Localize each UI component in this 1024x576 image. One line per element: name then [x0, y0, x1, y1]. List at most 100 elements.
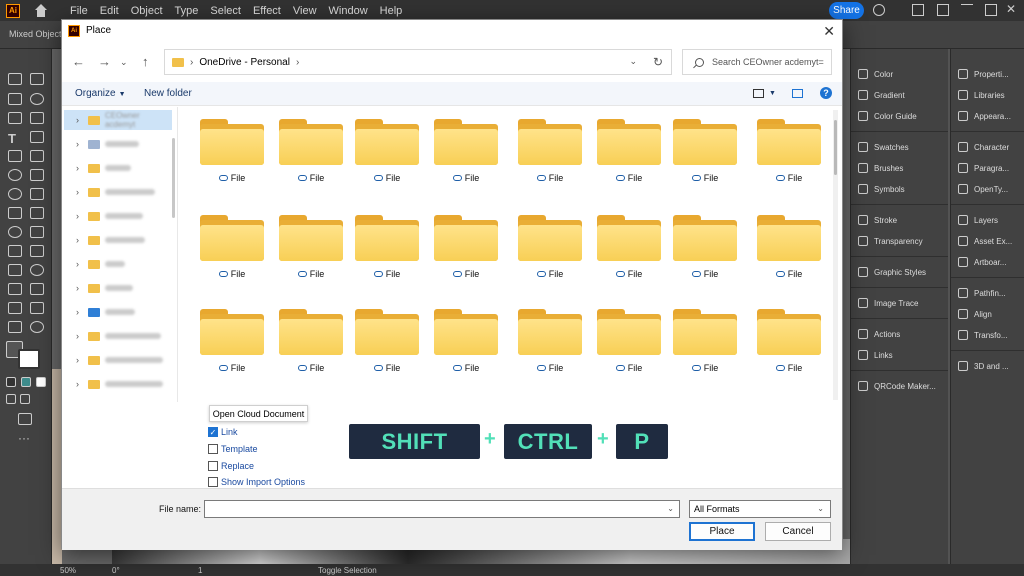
- panel-paragraph[interactable]: Paragra...: [958, 161, 1009, 175]
- navigation-scrollbar[interactable]: [172, 138, 175, 218]
- direct-selection-tool-icon[interactable]: [30, 73, 44, 85]
- help-icon[interactable]: ?: [820, 87, 832, 99]
- link-option[interactable]: ✓ Link: [208, 426, 238, 438]
- menu-window[interactable]: Window: [323, 5, 374, 17]
- new-folder-button[interactable]: New folder: [144, 88, 192, 99]
- close-icon[interactable]: ✕: [823, 23, 835, 40]
- expand-chevron-icon[interactable]: ›: [76, 187, 88, 197]
- template-option[interactable]: Template: [208, 443, 258, 455]
- rotate-tool-icon[interactable]: [8, 188, 22, 200]
- tree-item[interactable]: ›: [76, 350, 172, 370]
- folder-tile[interactable]: File: [353, 111, 421, 195]
- search-box[interactable]: Search CEOwner acdemyt=: [682, 49, 832, 75]
- back-arrow-icon[interactable]: ←: [72, 54, 85, 69]
- breadcrumb-onedrive[interactable]: OneDrive - Personal: [199, 57, 290, 68]
- symbol-sprayer-tool-icon[interactable]: [8, 283, 22, 295]
- graph-tool-icon[interactable]: [30, 283, 44, 295]
- rotation-value[interactable]: 0°: [112, 566, 120, 575]
- workspace-icon[interactable]: [937, 4, 949, 16]
- menu-object[interactable]: Object: [125, 5, 169, 17]
- address-dropdown-chevron-icon[interactable]: ⌄: [629, 56, 637, 67]
- folder-tile[interactable]: File: [595, 301, 663, 385]
- folder-tile[interactable]: File: [432, 207, 500, 291]
- perspective-grid-tool-icon[interactable]: [30, 226, 44, 238]
- expand-chevron-icon[interactable]: ›: [76, 283, 88, 293]
- folder-tile[interactable]: File: [198, 111, 266, 195]
- menu-edit[interactable]: Edit: [94, 5, 125, 17]
- expand-chevron-icon[interactable]: ›: [76, 379, 88, 389]
- shaper-tool-icon[interactable]: [8, 169, 22, 181]
- organize-button[interactable]: Organize ▼: [75, 88, 126, 99]
- refresh-icon[interactable]: ↻: [653, 55, 663, 69]
- folder-tile[interactable]: File: [277, 301, 345, 385]
- zoom-tool-icon[interactable]: [30, 321, 44, 333]
- file-name-input[interactable]: ⌄: [204, 500, 680, 518]
- expand-chevron-icon[interactable]: ›: [76, 259, 88, 269]
- share-button[interactable]: Share: [829, 2, 864, 19]
- tree-item[interactable]: ›: [76, 326, 172, 346]
- mesh-tool-icon[interactable]: [8, 245, 22, 257]
- menu-help[interactable]: Help: [374, 5, 409, 17]
- checkbox-checked-icon[interactable]: ✓: [208, 427, 218, 437]
- folder-tile[interactable]: File: [353, 301, 421, 385]
- current-tool-status[interactable]: Toggle Selection: [318, 566, 377, 575]
- up-arrow-icon[interactable]: ↑: [142, 54, 149, 69]
- magic-wand-tool-icon[interactable]: [8, 93, 22, 105]
- file-format-select[interactable]: All Formats ⌄: [689, 500, 831, 518]
- search-icon[interactable]: [873, 4, 885, 16]
- selection-tool-icon[interactable]: [8, 73, 22, 85]
- folder-tile[interactable]: File: [755, 111, 823, 195]
- fill-stroke-swatch-icon[interactable]: [18, 349, 40, 369]
- maximize-icon[interactable]: [985, 4, 997, 16]
- more-tools-icon[interactable]: ···: [18, 432, 32, 447]
- place-button[interactable]: Place: [689, 522, 755, 541]
- panel-libraries[interactable]: Libraries: [958, 88, 1005, 102]
- none-mode-icon[interactable]: [36, 377, 46, 387]
- eraser-tool-icon[interactable]: [30, 169, 44, 181]
- minimize-icon[interactable]: [961, 4, 973, 16]
- replace-option[interactable]: Replace: [208, 460, 254, 472]
- folder-tile[interactable]: File: [198, 207, 266, 291]
- folder-tile[interactable]: File: [671, 111, 739, 195]
- type-tool-icon[interactable]: T: [8, 131, 22, 146]
- checkbox-icon[interactable]: [208, 461, 218, 471]
- zoom-level[interactable]: 50%: [60, 566, 76, 575]
- screen-mode-icon[interactable]: [18, 413, 32, 425]
- forward-arrow-icon[interactable]: →: [98, 54, 111, 69]
- checkbox-icon[interactable]: [208, 477, 218, 487]
- folder-tile[interactable]: File: [671, 301, 739, 385]
- free-transform-tool-icon[interactable]: [30, 207, 44, 219]
- draw-mode-icon[interactable]: [6, 394, 16, 404]
- menu-file[interactable]: File: [64, 5, 94, 17]
- blend-tool-icon[interactable]: [30, 264, 44, 276]
- folder-tile[interactable]: File: [516, 301, 584, 385]
- scrollbar-thumb[interactable]: [834, 120, 837, 175]
- folder-tile[interactable]: File: [198, 301, 266, 385]
- arrange-documents-icon[interactable]: [912, 4, 924, 16]
- scale-tool-icon[interactable]: [30, 188, 44, 200]
- panel-graphic-styles[interactable]: Graphic Styles: [858, 265, 926, 279]
- tree-item[interactable]: ›: [76, 134, 172, 154]
- folder-tile[interactable]: File: [353, 207, 421, 291]
- eyedropper-tool-icon[interactable]: [8, 264, 22, 276]
- panel-pathfinder[interactable]: Pathfin...: [958, 286, 1006, 300]
- home-icon[interactable]: [34, 3, 48, 18]
- folder-tile[interactable]: File: [516, 111, 584, 195]
- cancel-button[interactable]: Cancel: [765, 522, 831, 541]
- panel-asset-export[interactable]: Asset Ex...: [958, 234, 1012, 248]
- open-cloud-document-button[interactable]: Open Cloud Document: [209, 405, 308, 422]
- tree-item[interactable]: ›: [76, 278, 172, 298]
- folder-tile[interactable]: File: [516, 207, 584, 291]
- address-bar[interactable]: › OneDrive - Personal › ⌄ ↻: [164, 49, 672, 75]
- panel-transform[interactable]: Transfo...: [958, 328, 1008, 342]
- draw-inside-icon[interactable]: [20, 394, 30, 404]
- expand-chevron-icon[interactable]: ›: [76, 235, 88, 245]
- lasso-tool-icon[interactable]: [30, 93, 44, 105]
- tree-item[interactable]: ›: [76, 182, 172, 202]
- panel-links[interactable]: Links: [858, 348, 893, 362]
- folder-tile[interactable]: File: [432, 111, 500, 195]
- menu-effect[interactable]: Effect: [247, 5, 287, 17]
- tree-item[interactable]: ›: [76, 206, 172, 226]
- tree-item[interactable]: ›: [76, 254, 172, 274]
- gradient-tool-icon[interactable]: [30, 245, 44, 257]
